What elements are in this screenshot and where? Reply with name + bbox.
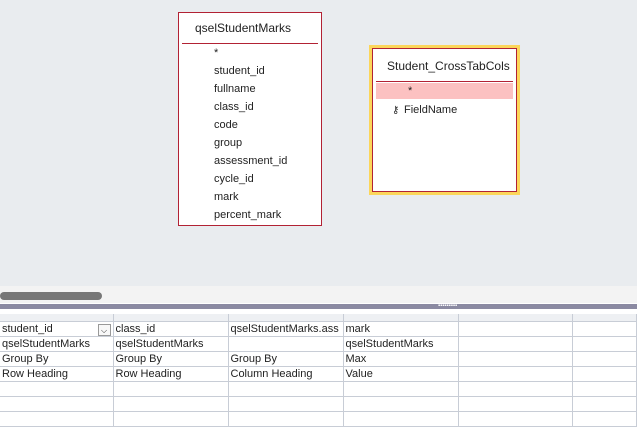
- table-title[interactable]: qselStudentMarks: [182, 13, 318, 44]
- column-selector[interactable]: [228, 314, 344, 322]
- field-label: FieldName: [404, 104, 458, 116]
- total-row: Group By Group By Group By Max: [0, 351, 637, 367]
- grid-cell[interactable]: [0, 381, 114, 397]
- splitter-grip-icon: ▪▪▪▪▪▪▪▪▪: [438, 303, 458, 309]
- grid-cell[interactable]: Max: [343, 351, 459, 367]
- grid-cell[interactable]: Group By: [113, 351, 229, 367]
- grid-cell[interactable]: [113, 411, 229, 427]
- field-all[interactable]: *: [179, 44, 321, 62]
- grid-cell[interactable]: [228, 396, 344, 412]
- grid-cell[interactable]: [572, 396, 637, 412]
- criteria-row: [0, 396, 637, 412]
- field-class-id[interactable]: class_id: [179, 98, 321, 116]
- grid-cell[interactable]: [343, 396, 459, 412]
- grid-cell[interactable]: [572, 321, 637, 337]
- field-fieldname[interactable]: ⚷ FieldName: [373, 101, 516, 119]
- grid-cell[interactable]: [228, 381, 344, 397]
- grid-cell[interactable]: [458, 336, 573, 352]
- grid-cell[interactable]: [0, 411, 114, 427]
- column-selector[interactable]: [572, 314, 637, 322]
- column-selector[interactable]: [113, 314, 229, 322]
- table-row: qselStudentMarks qselStudentMarks qselSt…: [0, 336, 637, 352]
- column-selector[interactable]: [458, 314, 573, 322]
- crosstab-row: Row Heading Row Heading Column Heading V…: [0, 366, 637, 382]
- grid-cell[interactable]: mark: [343, 321, 459, 337]
- grid-cell[interactable]: Group By: [228, 351, 344, 367]
- grid-cell[interactable]: [343, 411, 459, 427]
- field-group[interactable]: group: [179, 134, 321, 152]
- grid-cell[interactable]: [113, 396, 229, 412]
- grid-cell[interactable]: [228, 336, 344, 352]
- grid-cell[interactable]: qselStudentMarks: [113, 336, 229, 352]
- grid-cell[interactable]: [458, 396, 573, 412]
- cell-text: student_id: [2, 322, 53, 335]
- grid-cell[interactable]: ⌵ student_id: [0, 321, 114, 337]
- grid-cell[interactable]: [572, 411, 637, 427]
- table-Student_CrossTabCols[interactable]: Student_CrossTabCols * ⚷ FieldName: [372, 48, 517, 192]
- field-fullname[interactable]: fullname: [179, 80, 321, 98]
- grid-cell[interactable]: Group By: [0, 351, 114, 367]
- field-percent-mark[interactable]: percent_mark: [179, 206, 321, 224]
- grid-cell[interactable]: Row Heading: [0, 366, 114, 382]
- grid-cell[interactable]: qselStudentMarks: [0, 336, 114, 352]
- grid-cell[interactable]: [572, 336, 637, 352]
- column-selectors: [0, 314, 637, 322]
- grid-cell[interactable]: [458, 366, 573, 382]
- table-qselStudentMarks[interactable]: qselStudentMarks * student_id fullname c…: [178, 12, 322, 226]
- sort-row: [0, 381, 637, 397]
- pane-splitter[interactable]: ▪▪▪▪▪▪▪▪▪: [0, 303, 637, 309]
- field-row: ⌵ student_id class_id qselStudentMarks.as…: [0, 321, 637, 337]
- chevron-down-icon[interactable]: ⌵: [97, 323, 111, 336]
- grid-cell[interactable]: [572, 381, 637, 397]
- grid-cell[interactable]: [0, 396, 114, 412]
- grid-cell[interactable]: [458, 411, 573, 427]
- field-mark[interactable]: mark: [179, 188, 321, 206]
- grid-cell[interactable]: [458, 321, 573, 337]
- field-student-id[interactable]: student_id: [179, 62, 321, 80]
- grid-cell[interactable]: qselStudentMarks: [343, 336, 459, 352]
- or-row: [0, 411, 637, 427]
- grid-cell[interactable]: [458, 351, 573, 367]
- field-cycle-id[interactable]: cycle_id: [179, 170, 321, 188]
- grid-cell[interactable]: class_id: [113, 321, 229, 337]
- column-selector[interactable]: [343, 314, 459, 322]
- table-title[interactable]: Student_CrossTabCols: [376, 49, 513, 82]
- primary-key-icon: ⚷: [392, 105, 400, 116]
- design-grid: ⌵ student_id class_id qselStudentMarks.as…: [0, 314, 637, 427]
- grid-cell[interactable]: qselStudentMarks.ass: [228, 321, 344, 337]
- grid-cell[interactable]: [113, 381, 229, 397]
- horizontal-scrollbar[interactable]: [0, 286, 637, 303]
- field-all[interactable]: *: [376, 83, 513, 99]
- query-design-canvas: qselStudentMarks * student_id fullname c…: [0, 0, 637, 286]
- grid-cell[interactable]: [572, 351, 637, 367]
- selected-table-outline: Student_CrossTabCols * ⚷ FieldName: [369, 45, 520, 195]
- grid-cell[interactable]: Column Heading: [228, 366, 344, 382]
- grid-cell[interactable]: [343, 381, 459, 397]
- grid-cell[interactable]: [228, 411, 344, 427]
- grid-cell[interactable]: Row Heading: [113, 366, 229, 382]
- grid-cell[interactable]: [572, 366, 637, 382]
- column-selector[interactable]: [0, 314, 114, 322]
- grid-cell[interactable]: Value: [343, 366, 459, 382]
- field-code[interactable]: code: [179, 116, 321, 134]
- scrollbar-thumb[interactable]: [0, 292, 102, 300]
- field-assessment-id[interactable]: assessment_id: [179, 152, 321, 170]
- grid-cell[interactable]: [458, 381, 573, 397]
